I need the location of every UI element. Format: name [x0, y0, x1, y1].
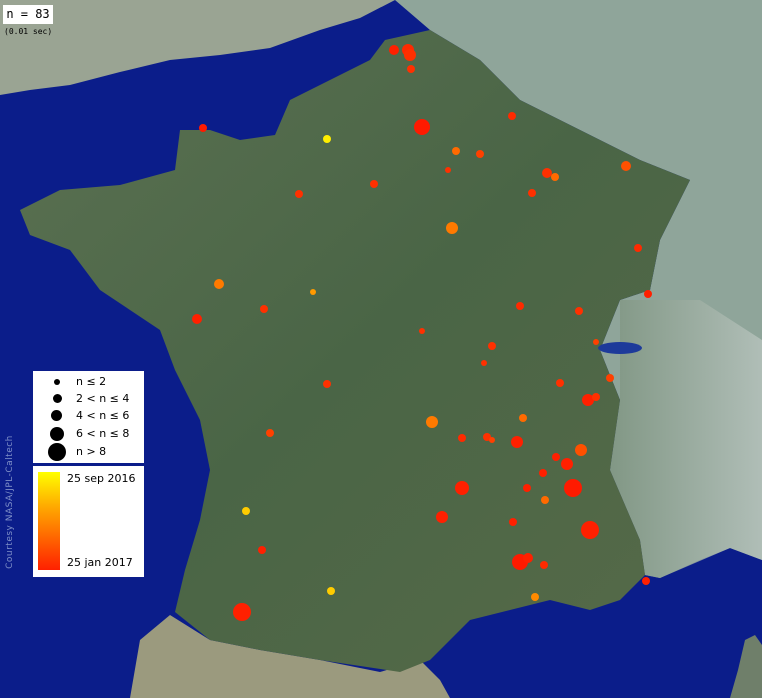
event-marker	[552, 453, 560, 461]
event-marker	[634, 244, 642, 252]
event-marker	[528, 189, 536, 197]
event-marker	[419, 328, 425, 334]
size-legend-row: 6 < n ≤ 8	[33, 426, 144, 442]
time-legend-end: 25 jan 2017	[67, 556, 133, 569]
event-marker	[606, 374, 614, 382]
event-marker	[323, 380, 331, 388]
event-marker	[508, 112, 516, 120]
event-marker	[540, 561, 548, 569]
event-marker	[192, 314, 202, 324]
event-marker	[542, 168, 552, 178]
event-marker	[214, 279, 224, 289]
event-marker	[509, 518, 517, 526]
event-marker	[452, 147, 460, 155]
event-marker	[481, 360, 487, 366]
size-legend-row: 2 < n ≤ 4	[33, 391, 144, 407]
event-marker	[436, 511, 448, 523]
event-marker	[592, 393, 600, 401]
event-count-label: n = 83	[3, 5, 53, 24]
event-marker	[260, 305, 268, 313]
size-legend-label: n ≤ 2	[76, 375, 107, 388]
event-marker	[323, 135, 331, 143]
event-marker	[199, 124, 207, 132]
event-marker	[258, 546, 266, 554]
event-marker	[446, 222, 458, 234]
event-marker	[407, 65, 415, 73]
event-marker	[531, 593, 539, 601]
size-legend-label: 4 < n ≤ 6	[76, 409, 130, 422]
event-marker	[581, 521, 599, 539]
size-legend: n ≤ 2 2 < n ≤ 4 4 < n ≤ 6 6 < n ≤ 8 n > …	[33, 371, 144, 463]
map-viewport[interactable]: n = 83 (0.01 sec) n ≤ 2 2 < n ≤ 4 4 < n …	[0, 0, 762, 698]
event-marker	[511, 436, 523, 448]
event-marker	[295, 190, 303, 198]
event-marker	[621, 161, 631, 171]
event-marker	[551, 173, 559, 181]
image-credit: Courtesy NASA/JPL-Caltech	[5, 435, 15, 569]
size-legend-label: 6 < n ≤ 8	[76, 427, 130, 440]
size-legend-dot	[54, 379, 60, 385]
event-marker	[519, 414, 527, 422]
size-legend-label: n > 8	[76, 445, 107, 458]
event-marker	[539, 469, 547, 477]
event-marker	[404, 49, 416, 61]
event-marker	[266, 429, 274, 437]
event-marker	[593, 339, 599, 345]
event-marker	[644, 290, 652, 298]
event-marker	[370, 180, 378, 188]
size-legend-dot	[50, 427, 64, 441]
time-legend-start: 25 sep 2016	[67, 472, 136, 485]
size-legend-row: n > 8	[33, 443, 144, 461]
time-legend: 25 sep 2016 25 jan 2017	[33, 466, 144, 577]
event-marker	[389, 45, 399, 55]
event-marker	[476, 150, 484, 158]
event-marker	[575, 307, 583, 315]
event-marker	[310, 289, 316, 295]
event-marker	[242, 507, 250, 515]
event-marker	[575, 444, 587, 456]
size-legend-row: n ≤ 2	[33, 374, 144, 390]
size-legend-dot	[53, 394, 62, 403]
event-marker	[233, 603, 251, 621]
size-legend-dot	[51, 410, 62, 421]
lake-geneva	[598, 342, 642, 354]
event-marker	[516, 302, 524, 310]
event-marker	[426, 416, 438, 428]
elapsed-time-label: (0.01 sec)	[4, 27, 53, 36]
event-marker	[541, 496, 549, 504]
event-marker	[488, 342, 496, 350]
size-legend-label: 2 < n ≤ 4	[76, 392, 130, 405]
event-marker	[556, 379, 564, 387]
size-legend-dot	[48, 443, 66, 461]
event-marker	[561, 458, 573, 470]
event-marker	[523, 484, 531, 492]
event-marker	[455, 481, 469, 495]
event-marker	[327, 587, 335, 595]
satellite-map	[0, 0, 762, 698]
event-marker	[445, 167, 451, 173]
event-marker	[414, 119, 430, 135]
event-marker	[642, 577, 650, 585]
event-marker	[523, 553, 533, 563]
size-legend-row: 4 < n ≤ 6	[33, 408, 144, 424]
event-marker	[458, 434, 466, 442]
time-gradient-bar	[38, 472, 60, 570]
event-marker	[564, 479, 582, 497]
event-marker	[489, 437, 495, 443]
